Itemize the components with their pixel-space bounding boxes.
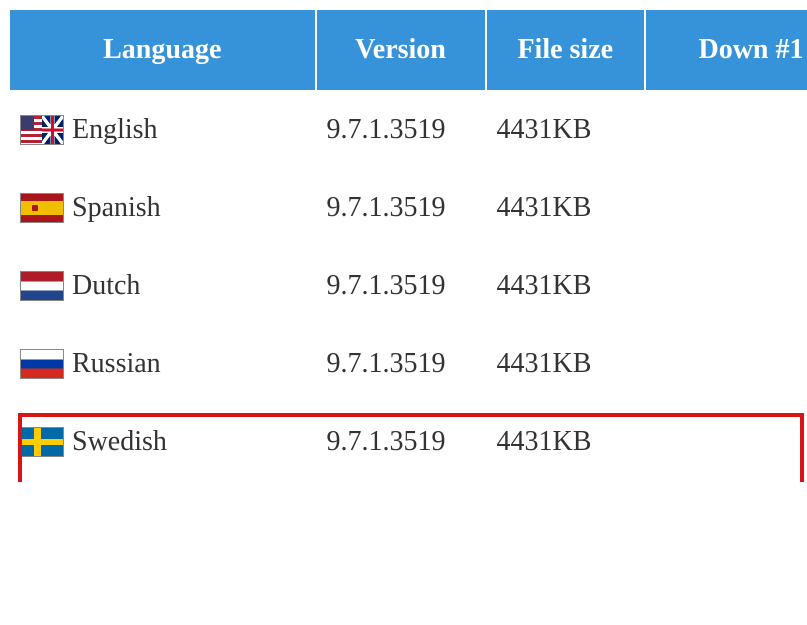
version-value: 9.7.1.3519: [317, 92, 485, 168]
download-cell[interactable]: [646, 92, 807, 168]
flag-spanish-icon: [20, 193, 64, 223]
file-size-value: 4431KB: [487, 326, 645, 402]
flag-english-icon: [20, 115, 64, 145]
download-cell[interactable]: [646, 326, 807, 402]
version-value: 9.7.1.3519: [317, 404, 485, 480]
version-value: 9.7.1.3519: [317, 170, 485, 246]
table-row[interactable]: Swedish 9.7.1.3519 4431KB: [10, 404, 807, 480]
table-header-row: Language Version File size Down #1: [10, 10, 807, 90]
downloads-table: Language Version File size Down #1 Engli…: [8, 8, 807, 482]
flag-russian-icon: [20, 349, 64, 379]
language-label: Dutch: [72, 270, 140, 302]
header-version: Version: [317, 10, 485, 90]
language-label: Russian: [72, 348, 161, 380]
download-cell[interactable]: [646, 404, 807, 480]
table-body: English 9.7.1.3519 4431KB Spanish: [10, 92, 807, 480]
table-row[interactable]: English 9.7.1.3519 4431KB: [10, 92, 807, 168]
file-size-value: 4431KB: [487, 92, 645, 168]
flag-swedish-icon: [20, 427, 64, 457]
table-row-highlighted[interactable]: Russian 9.7.1.3519 4431KB: [10, 326, 807, 402]
language-label: Spanish: [72, 192, 161, 224]
language-label: Swedish: [72, 426, 167, 458]
header-language: Language: [10, 10, 315, 90]
file-size-value: 4431KB: [487, 170, 645, 246]
header-file-size: File size: [487, 10, 645, 90]
file-size-value: 4431KB: [487, 248, 645, 324]
downloads-table-container: Language Version File size Down #1 Engli…: [8, 8, 807, 482]
header-download: Down #1: [646, 10, 807, 90]
flag-dutch-icon: [20, 271, 64, 301]
version-value: 9.7.1.3519: [317, 326, 485, 402]
table-row[interactable]: Dutch 9.7.1.3519 4431KB: [10, 248, 807, 324]
language-label: English: [72, 114, 158, 146]
table-row[interactable]: Spanish 9.7.1.3519 4431KB: [10, 170, 807, 246]
download-cell[interactable]: [646, 248, 807, 324]
file-size-value: 4431KB: [487, 404, 645, 480]
download-cell[interactable]: [646, 170, 807, 246]
version-value: 9.7.1.3519: [317, 248, 485, 324]
